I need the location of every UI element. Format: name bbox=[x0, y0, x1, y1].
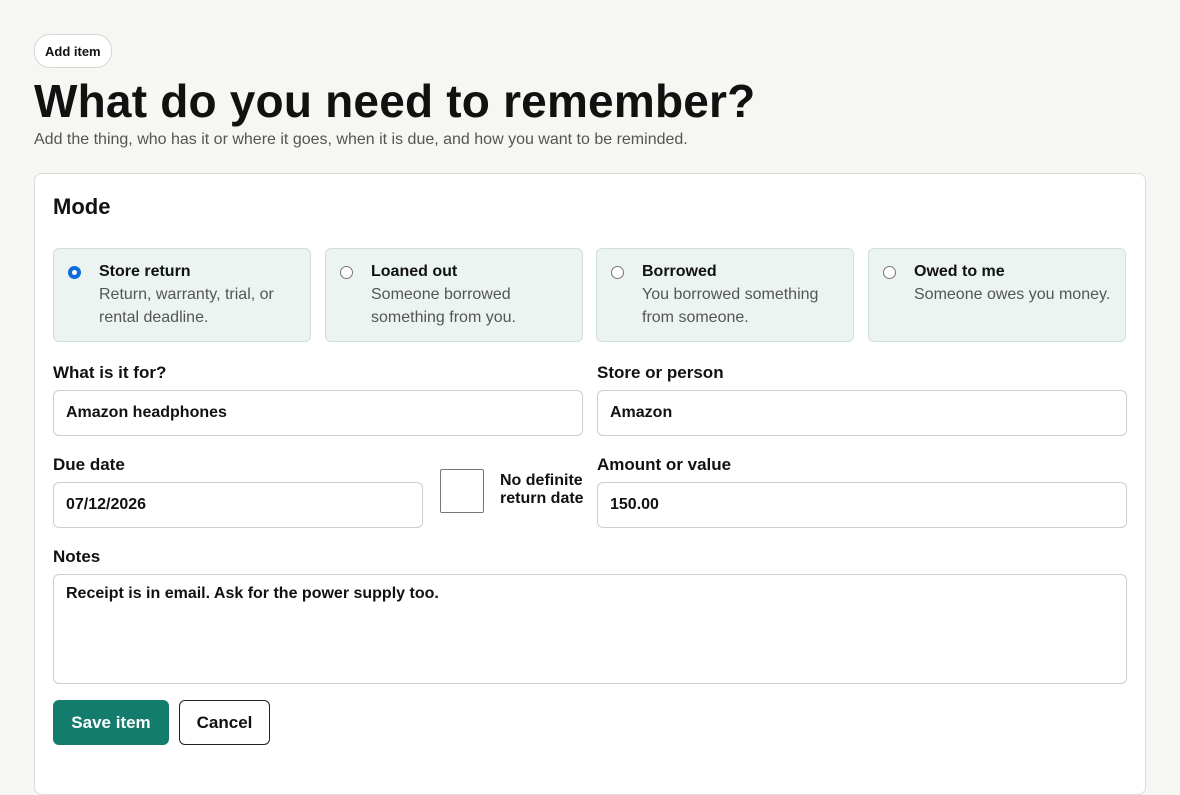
mode-option-store-return[interactable]: Store return Return, warranty, trial, or… bbox=[53, 248, 311, 342]
what-input-value: Amazon headphones bbox=[66, 404, 227, 421]
add-item-badge-label: Add item bbox=[45, 43, 101, 59]
store-input[interactable]: Amazon bbox=[597, 390, 1127, 436]
store-input-value: Amazon bbox=[610, 404, 673, 421]
no-date-checkbox[interactable] bbox=[440, 469, 484, 513]
what-input[interactable]: Amazon headphones bbox=[53, 390, 583, 436]
due-date-label: Due date bbox=[53, 455, 125, 474]
save-item-button[interactable]: Save item bbox=[53, 700, 169, 745]
mode-radio-store-return[interactable] bbox=[68, 266, 81, 279]
mode-option-loaned-out[interactable]: Loaned out Someone borrowed something fr… bbox=[325, 248, 583, 342]
store-label: Store or person bbox=[597, 363, 724, 382]
due-date-input[interactable]: 07/12/2026 bbox=[53, 482, 423, 528]
mode-option-description: Someone owes you money. bbox=[914, 286, 1111, 303]
mode-option-title: Owed to me bbox=[914, 263, 1005, 280]
mode-option-description: Someone borrowed something from you. bbox=[371, 286, 516, 326]
mode-option-owed-to-me[interactable]: Owed to me Someone owes you money. bbox=[868, 248, 1126, 342]
mode-radio-borrowed[interactable] bbox=[611, 266, 624, 279]
due-date-value: 07/12/2026 bbox=[66, 496, 147, 513]
mode-option-title: Borrowed bbox=[642, 263, 717, 280]
cancel-button[interactable]: Cancel bbox=[179, 700, 270, 745]
amount-input-value: 150.00 bbox=[610, 496, 659, 513]
add-item-badge: Add item bbox=[34, 34, 112, 68]
mode-option-description: Return, warranty, trial, or rental deadl… bbox=[99, 286, 274, 326]
page-subtitle: Add the thing, who has it or where it go… bbox=[34, 131, 688, 148]
notes-label: Notes bbox=[53, 547, 101, 566]
mode-option-title: Loaned out bbox=[371, 263, 458, 280]
page-title: What do you need to remember? bbox=[34, 75, 756, 127]
mode-heading: Mode bbox=[53, 194, 111, 219]
amount-input[interactable]: 150.00 bbox=[597, 482, 1127, 528]
mode-option-description: You borrowed something from someone. bbox=[642, 286, 819, 326]
item-form-card: Mode Store return Return, warranty, tria… bbox=[34, 173, 1146, 795]
mode-option-borrowed[interactable]: Borrowed You borrowed something from som… bbox=[596, 248, 854, 342]
notes-value: Receipt is in email. Ask for the power s… bbox=[66, 585, 439, 602]
amount-label: Amount or value bbox=[597, 455, 732, 474]
no-date-label: No definite return date bbox=[500, 472, 584, 507]
what-label: What is it for? bbox=[53, 363, 167, 382]
mode-radio-loaned-out[interactable] bbox=[340, 266, 353, 279]
notes-textarea[interactable]: Receipt is in email. Ask for the power s… bbox=[53, 574, 1127, 684]
mode-option-title: Store return bbox=[99, 263, 191, 280]
mode-radio-owed-to-me[interactable] bbox=[883, 266, 896, 279]
